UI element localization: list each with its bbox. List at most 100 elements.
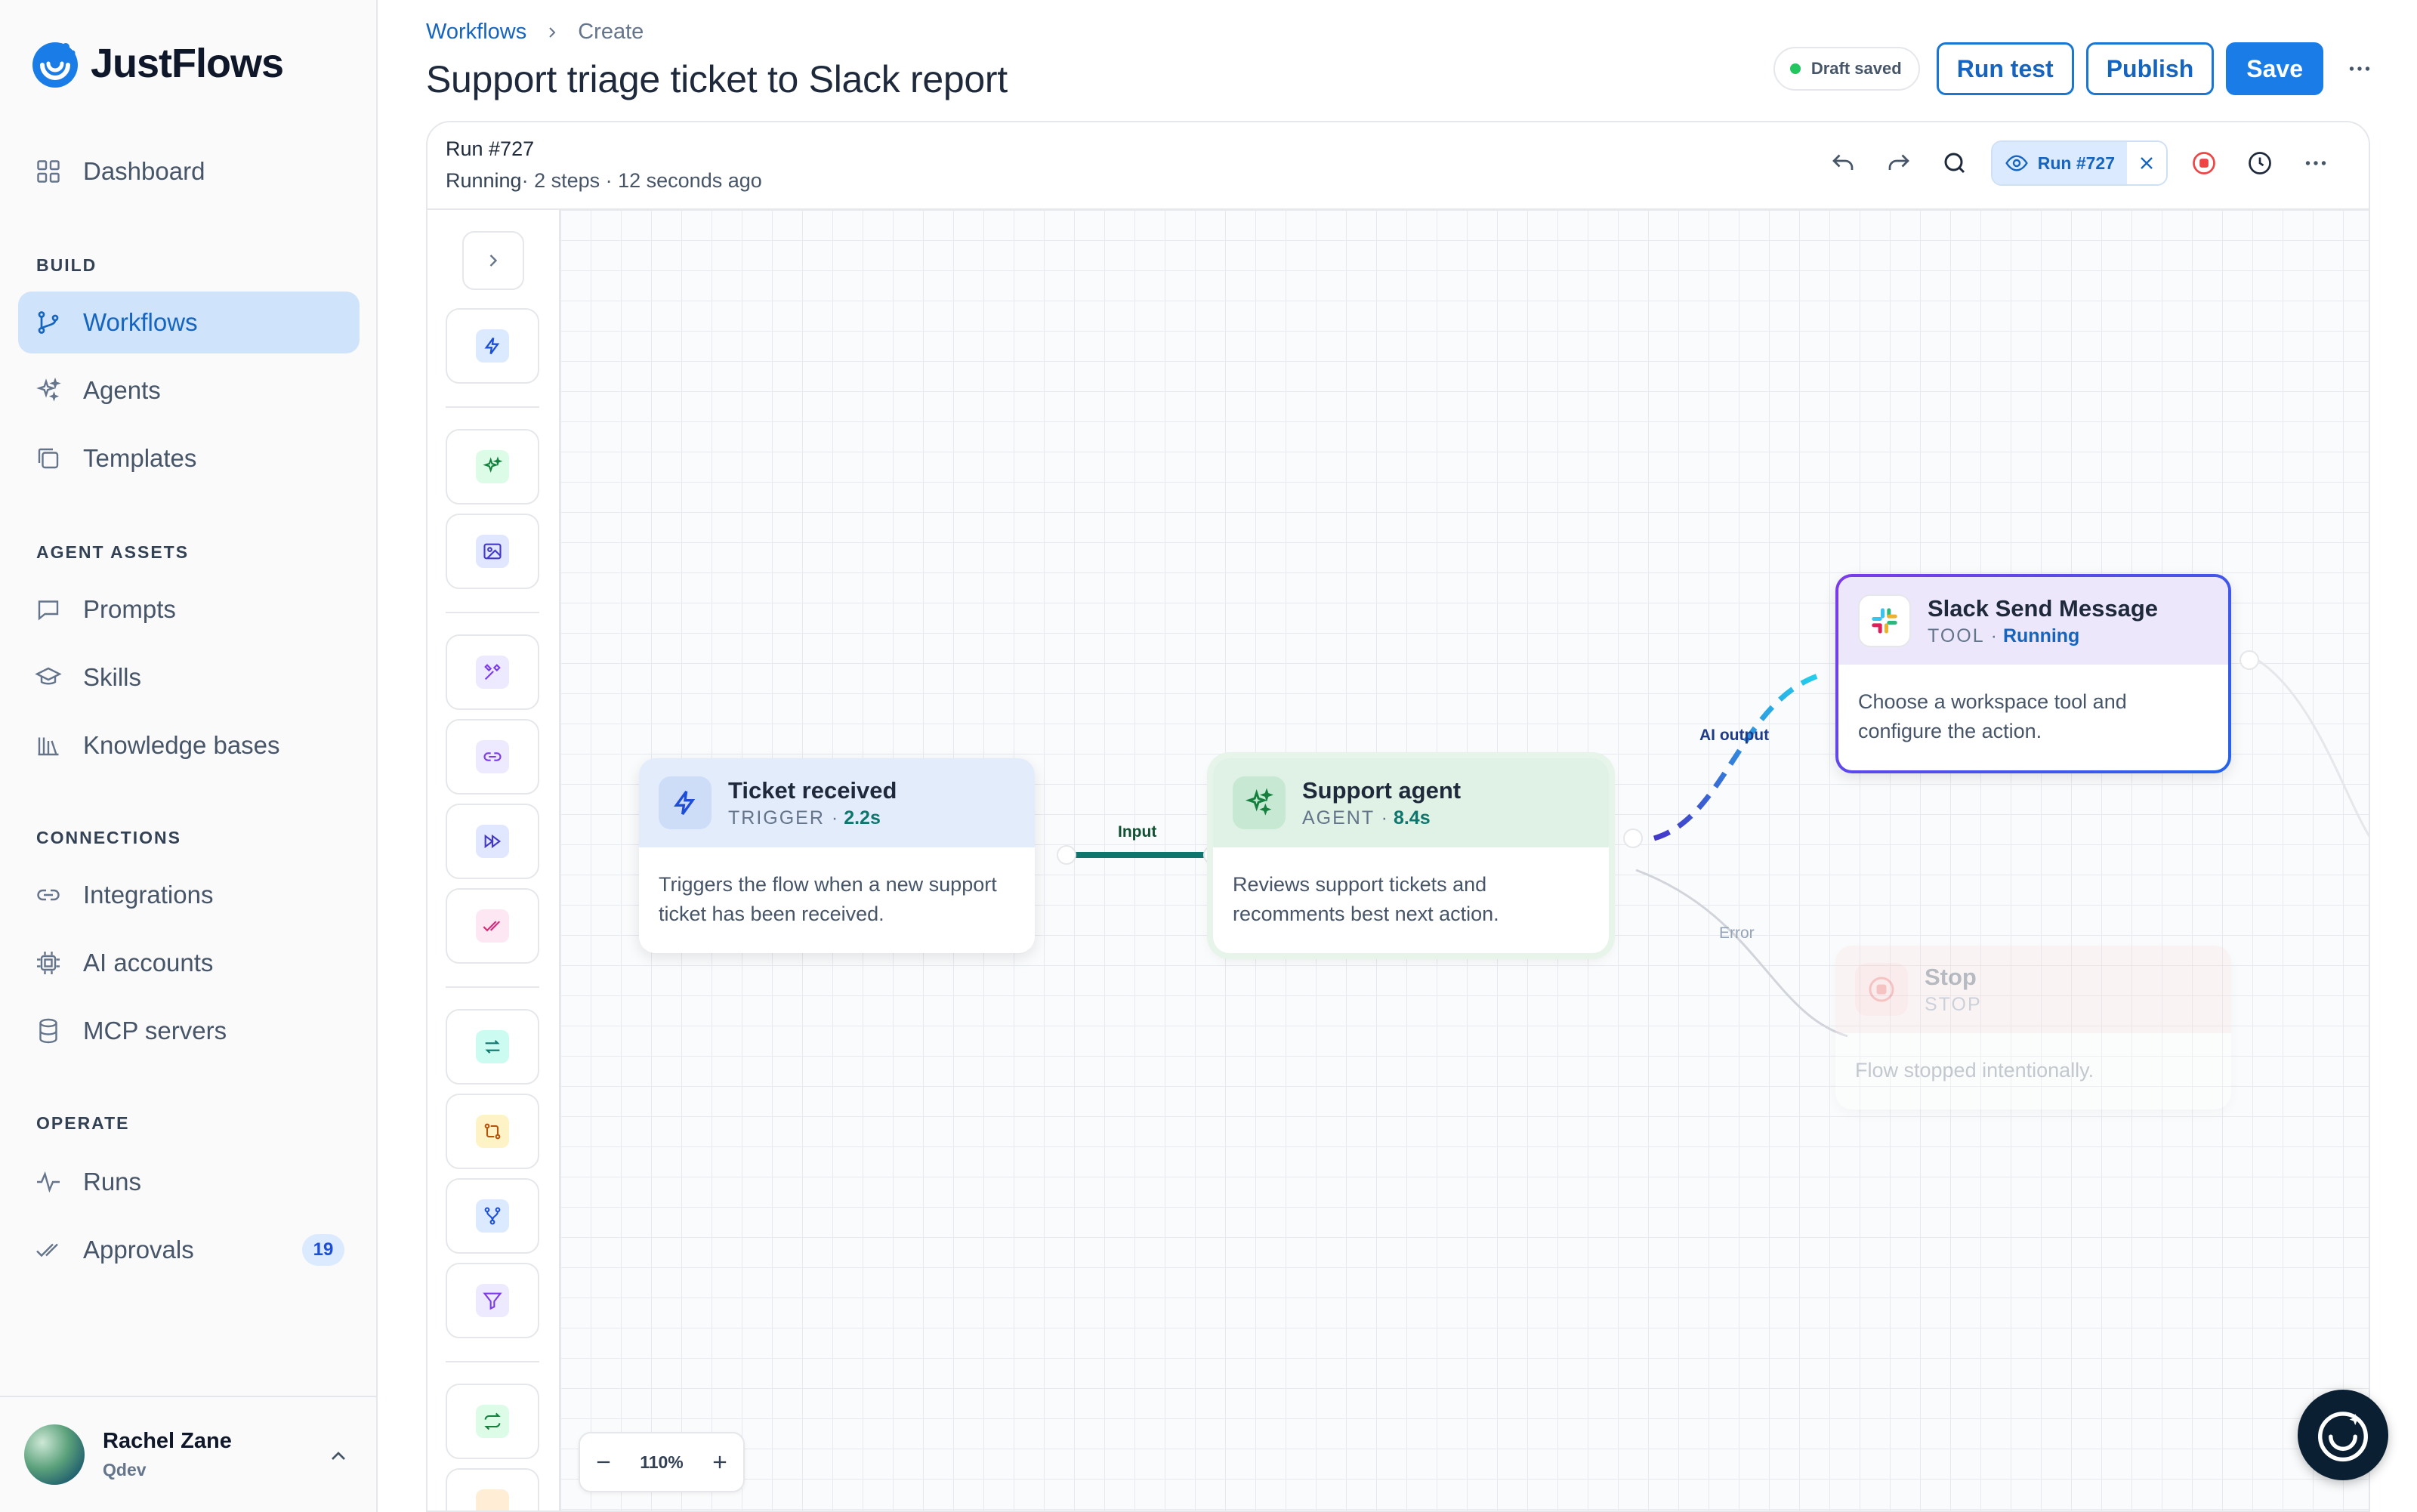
sidebar-item-label: Prompts <box>83 595 176 623</box>
sidebar-item-integrations[interactable]: Integrations <box>18 864 360 926</box>
link-icon <box>37 889 60 901</box>
save-button[interactable]: Save <box>2226 42 2323 95</box>
page-title: Support triage ticket to Slack report <box>426 58 1008 100</box>
draft-status-badge: Draft saved <box>1773 47 1920 91</box>
node-title: Support agent <box>1302 776 1462 804</box>
sidebar-item-prompts[interactable]: Prompts <box>18 579 360 640</box>
user-menu[interactable]: Rachel Zane Qdev <box>0 1396 376 1512</box>
node-kind: TOOL · Running <box>1928 625 2080 646</box>
copy-icon <box>38 448 59 469</box>
run-test-button[interactable]: Run test <box>1936 42 2074 95</box>
sidebar-item-ai-accounts[interactable]: AI accounts <box>18 932 360 994</box>
edge-label-error: Error <box>1719 924 1755 942</box>
brand-logo[interactable]: JustFlows <box>27 36 284 91</box>
node-description: Triggers the flow when a new support tic… <box>659 873 997 925</box>
sidebar-item-runs[interactable]: Runs <box>18 1151 360 1213</box>
graduation-cap-icon <box>35 667 62 685</box>
edge-error <box>1635 869 1848 1038</box>
stop-circle-icon <box>1869 977 1894 1002</box>
brand-name: JustFlows <box>91 41 284 86</box>
sidebar-item-label: Skills <box>83 663 142 691</box>
section-agent-assets: AGENT ASSETS <box>36 542 190 562</box>
edge-label-input: Input <box>1118 823 1157 841</box>
sidebar-item-approvals[interactable]: Approvals 19 <box>18 1219 360 1281</box>
node-title: Slack Send Message <box>1928 594 2158 622</box>
user-name: Rachel Zane <box>103 1429 232 1453</box>
node-description: Flow stopped intentionally. <box>1855 1059 2094 1082</box>
sparkles-icon <box>1245 788 1274 816</box>
sidebar-item-workflows[interactable]: Workflows <box>18 292 360 353</box>
node-status: Running <box>2002 625 2080 646</box>
sidebar-item-mcp-servers[interactable]: MCP servers <box>18 1000 360 1062</box>
node-slack-send-message[interactable]: Slack Send Message TOOL · Running Choose … <box>1835 574 2231 773</box>
sidebar-item-label: MCP servers <box>83 1017 227 1045</box>
assistant-button[interactable] <box>2298 1390 2388 1480</box>
approvals-count-badge: 19 <box>302 1234 344 1266</box>
database-icon <box>39 1018 57 1044</box>
edge-handle <box>1623 829 1643 848</box>
assistant-icon <box>2318 1412 2368 1462</box>
sidebar-item-label: Dashboard <box>83 157 205 185</box>
zoom-control: 110% <box>579 1432 745 1492</box>
section-build: BUILD <box>36 255 97 275</box>
sidebar-item-label: Approvals <box>83 1236 194 1264</box>
edge-label-ai-output: AI output <box>1699 727 1770 744</box>
cpu-icon <box>37 952 60 974</box>
sidebar-item-agents[interactable]: Agents <box>18 359 360 421</box>
sidebar-item-label: Integrations <box>83 881 214 909</box>
sidebar-item-label: AI accounts <box>83 949 214 977</box>
node-type: TRIGGER <box>728 807 825 829</box>
sparkles-icon <box>36 377 61 402</box>
sidebar-item-label: Agents <box>83 376 161 404</box>
chevron-up-icon[interactable] <box>326 1444 350 1468</box>
avatar <box>24 1424 85 1485</box>
library-icon <box>38 737 59 756</box>
user-org: Qdev <box>103 1460 147 1480</box>
sidebar-item-label: Workflows <box>83 308 198 336</box>
node-support-agent[interactable]: Support agent AGENT · 8.4s Reviews suppor… <box>1213 758 1609 953</box>
slack-icon <box>1872 608 1897 634</box>
draft-status-label: Draft saved <box>1810 59 1902 78</box>
node-kind: AGENT · 8.4s <box>1302 807 1431 829</box>
zoom-out-icon[interactable] <box>593 1452 614 1473</box>
node-description: Choose a workspace tool and configure th… <box>1858 690 2127 742</box>
status-dot-icon <box>1789 63 1801 74</box>
lightning-icon <box>674 791 696 815</box>
zoom-in-icon[interactable] <box>709 1452 730 1473</box>
header-actions: Draft saved Run test Publish Save <box>1773 42 2384 95</box>
branch-icon <box>38 311 59 334</box>
node-stop[interactable]: Stop STOP Flow stopped intentionally. <box>1835 946 2231 1109</box>
double-check-icon <box>36 1243 58 1257</box>
sidebar-item-label: Templates <box>83 444 197 472</box>
justflows-logo-icon <box>32 42 78 88</box>
publish-button[interactable]: Publish <box>2085 42 2215 95</box>
sidebar-item-templates[interactable]: Templates <box>18 427 360 489</box>
node-type: TOOL <box>1928 625 1984 646</box>
workflow-canvas: Run #727 Running· 2 steps · 12 seconds a… <box>426 121 2370 1512</box>
chevron-right-icon <box>549 26 556 38</box>
breadcrumb-workflows[interactable]: Workflows <box>426 20 526 45</box>
node-title: Stop <box>1925 963 1977 990</box>
sidebar: JustFlows Dashboard BUILD Workflows Agen… <box>0 0 378 1512</box>
grid-icon <box>37 160 60 183</box>
sidebar-item-knowledge-bases[interactable]: Knowledge bases <box>18 714 360 776</box>
node-ticket-received[interactable]: Ticket received TRIGGER · 2.2s Triggers t… <box>639 758 1035 953</box>
more-options-button[interactable] <box>2335 42 2384 95</box>
sidebar-item-skills[interactable]: Skills <box>18 646 360 708</box>
more-horizontal-icon <box>2349 66 2370 71</box>
sidebar-item-label: Knowledge bases <box>83 731 280 759</box>
node-type: STOP <box>1925 993 1982 1015</box>
activity-icon <box>37 1171 60 1193</box>
edge-handle <box>2240 650 2259 670</box>
edge-slack-out <box>2255 657 2369 838</box>
edge-ai-output <box>1653 671 1826 841</box>
sidebar-item-label: Runs <box>83 1168 142 1196</box>
sidebar-item-dashboard[interactable]: Dashboard <box>18 140 360 202</box>
message-icon <box>38 600 59 621</box>
node-duration: 2.2s <box>844 807 881 829</box>
section-operate: OPERATE <box>36 1113 130 1133</box>
edge-handle <box>1057 845 1076 865</box>
node-description: Reviews support tickets and recomments b… <box>1233 873 1499 925</box>
breadcrumb-current: Create <box>578 20 644 44</box>
node-title: Ticket received <box>728 776 897 804</box>
